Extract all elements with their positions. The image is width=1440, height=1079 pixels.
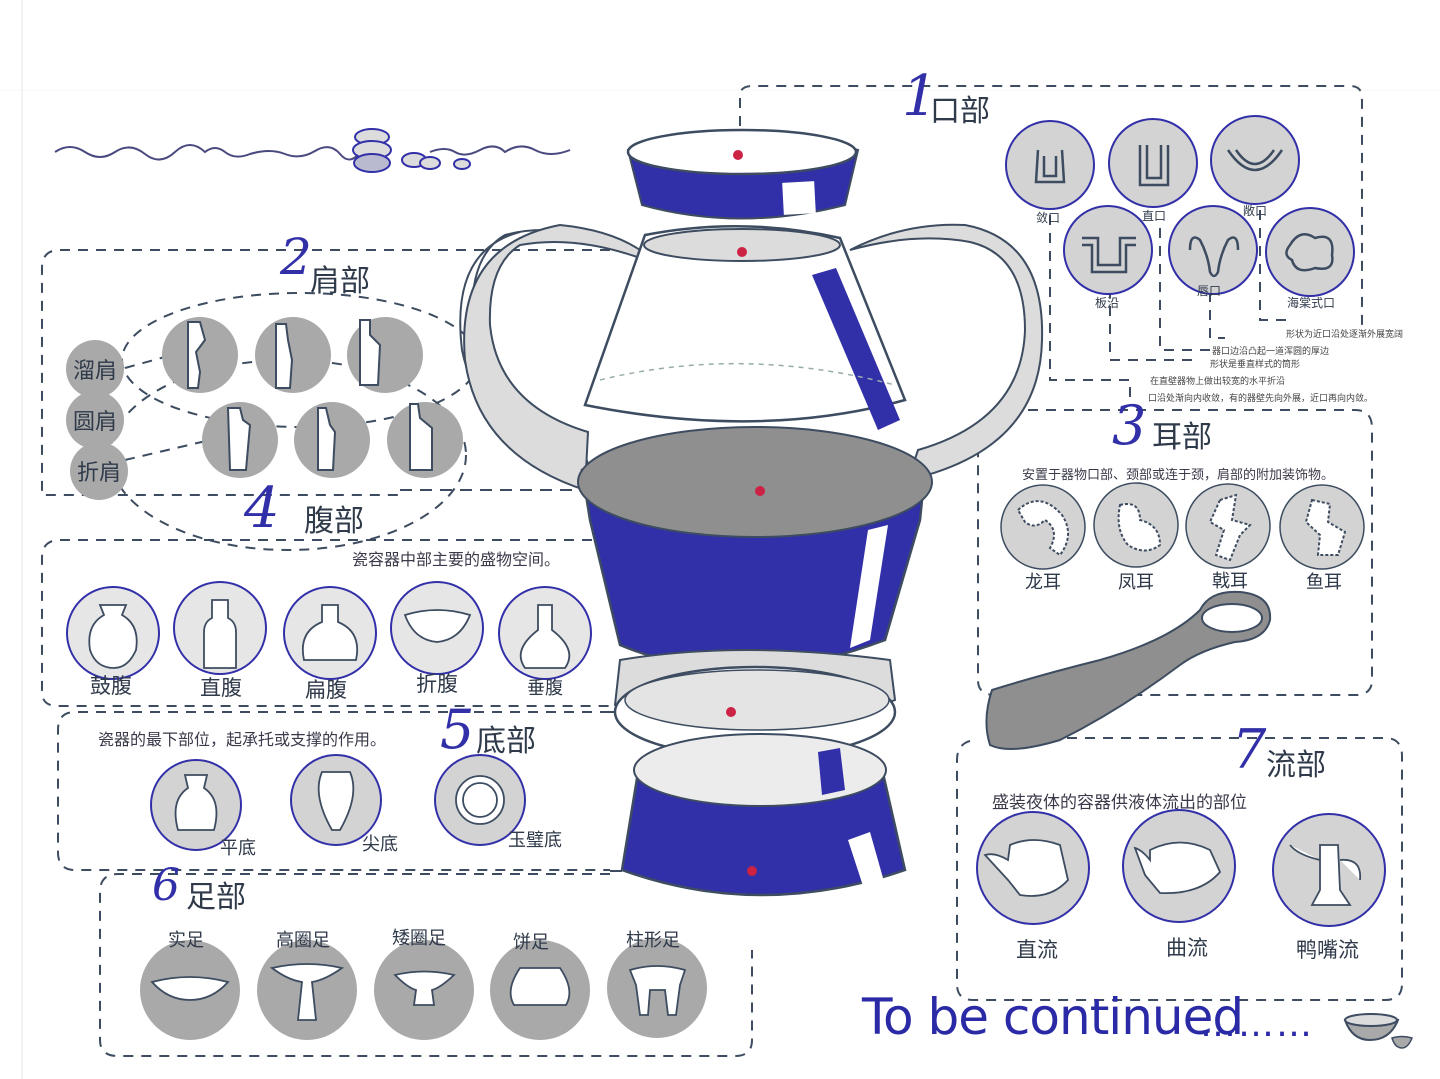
mouth-type-icon (1063, 205, 1153, 295)
mouth-type-label: 板沿 (1095, 296, 1120, 310)
ear-section-number: 3 (1112, 394, 1147, 457)
belly-type-label: 垂腹 (527, 678, 563, 699)
mouth-type-label: 直口 (1142, 209, 1167, 223)
mouth-note: 在直壁器物上做出较宽的水平折沿 (1150, 377, 1286, 387)
foot-section-title: 足部 (186, 880, 246, 915)
spout-type-label: 曲流 (1166, 936, 1208, 960)
base-section-number: 5 (440, 698, 475, 761)
belly-type-label: 扁腹 (305, 678, 347, 702)
shoulder-type-label: 溜肩 (66, 340, 124, 398)
porcelain-anatomy-diagram: 1 口部 敛口 直口 敞口 板沿 唇口 海棠式口 形状为近口沿处逐渐外展宽阔 器… (0, 0, 1440, 1079)
foot-section-number: 6 (152, 860, 180, 911)
ear-type-label: 凤耳 (1118, 572, 1154, 593)
to-be-continued-text: To be continued (862, 988, 1244, 1046)
mouth-type-label: 唇口 (1197, 284, 1222, 298)
belly-type-label: 鼓腹 (90, 674, 132, 698)
ear-section-title: 耳部 (1152, 420, 1212, 455)
mouth-note: 器口边沿凸起一道浑圆的厚边 (1212, 347, 1330, 357)
foot-type-label: 高圈足 (276, 930, 330, 951)
foot-type-label: 实足 (168, 930, 204, 951)
mouth-type-label: 敞口 (1243, 204, 1268, 218)
spout-section-title: 流部 (1266, 748, 1326, 783)
mouth-section-title: 口部 (930, 94, 990, 129)
foot-type-label: 饼足 (513, 932, 549, 953)
mouth-type-icon (1265, 207, 1355, 297)
mouth-type-label: 海棠式口 (1287, 296, 1336, 310)
spout-section-number: 7 (1232, 718, 1267, 781)
belly-section-title: 腹部 (304, 504, 364, 539)
mouth-type-icon (1168, 205, 1258, 295)
continued-dots: ……… (1200, 1004, 1314, 1045)
spout-type-label: 直流 (1016, 938, 1058, 962)
mouth-note: 形状为近口沿处逐渐外展宽阔 (1286, 330, 1404, 340)
mouth-type-icon (1210, 115, 1300, 205)
shoulder-type-label: 折肩 (70, 442, 128, 500)
foot-type-label: 柱形足 (626, 930, 680, 951)
shoulder-section-number: 2 (280, 228, 312, 286)
bowls-doodle-icon (54, 128, 571, 173)
base-type-label: 尖底 (362, 834, 398, 855)
ear-description: 安置于器物口部、颈部或连于颈，肩部的附加装饰物。 (1022, 468, 1335, 483)
belly-section-number: 4 (244, 476, 280, 541)
belly-type-label: 直腹 (200, 676, 242, 700)
foot-type-label: 矮圈足 (392, 928, 446, 949)
ear-type-label: 龙耳 (1025, 572, 1061, 593)
mouth-type-icon (1108, 118, 1198, 208)
base-section-title: 底部 (476, 724, 536, 759)
base-description: 瓷器的最下部位，起承托或支撑的作用。 (98, 730, 387, 749)
vase-illustration (459, 128, 1044, 897)
spout-description: 盛装夜体的容器供液体流出的部位 (992, 793, 1247, 813)
shoulder-type-label: 圆肩 (66, 391, 124, 449)
bowl-icon (1343, 1013, 1414, 1049)
mouth-note: 口沿处渐向内收敛，有的器壁先向外展，近口再向内敛。 (1148, 394, 1374, 404)
ear-type-label: 鱼耳 (1306, 572, 1342, 593)
mouth-note: 形状是垂直样式的筒形 (1210, 360, 1301, 370)
base-type-label: 平底 (220, 838, 256, 859)
shoulder-section-title: 肩部 (310, 264, 370, 299)
ear-type-label: 戟耳 (1212, 571, 1248, 592)
spout-type-label: 鸭嘴流 (1296, 938, 1359, 962)
mouth-type-label: 敛口 (1036, 211, 1061, 225)
belly-type-label: 折腹 (416, 672, 458, 696)
base-type-label: 玉璧底 (508, 830, 562, 851)
diagram-drawing (0, 0, 1440, 1079)
mouth-type-icon (1005, 120, 1095, 210)
belly-description: 瓷容器中部主要的盛物空间。 (352, 550, 561, 569)
